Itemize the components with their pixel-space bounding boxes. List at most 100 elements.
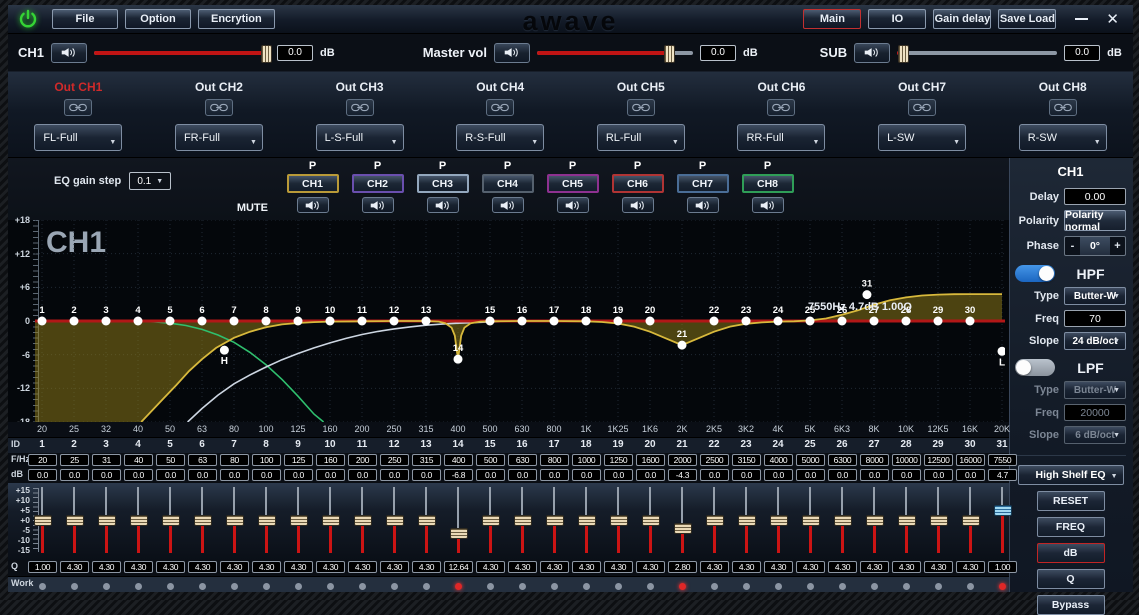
band-q-value[interactable]: 4.30	[252, 561, 281, 573]
eq-band-dot-20[interactable]	[646, 317, 655, 326]
band-gain-value[interactable]: 0.0	[604, 469, 633, 481]
band-freq-value[interactable]: 63	[188, 454, 217, 466]
band-slider-handle-18[interactable]	[578, 515, 596, 526]
band-slider-handle-20[interactable]	[642, 515, 660, 526]
band-q-value[interactable]: 4.30	[60, 561, 89, 573]
eq-band-dot-17[interactable]	[550, 317, 559, 326]
band-q-value[interactable]: 4.30	[732, 561, 761, 573]
band-slider-handle-17[interactable]	[546, 515, 564, 526]
band-q-value[interactable]: 4.30	[284, 561, 313, 573]
band-freq-value[interactable]: 10000	[892, 454, 921, 466]
band-q-value[interactable]: 4.30	[924, 561, 953, 573]
output-source-select[interactable]: FL-Full▼	[34, 124, 122, 151]
eq-band-dot-6[interactable]	[198, 317, 207, 326]
band-freq-value[interactable]: 20	[28, 454, 57, 466]
reset-button[interactable]: RESET	[1037, 491, 1105, 511]
eq-band-dot-12[interactable]	[390, 317, 399, 326]
output-source-select[interactable]: L-SW▼	[878, 124, 966, 151]
eq-band-dot-10[interactable]	[326, 317, 335, 326]
band-gain-value[interactable]: 0.0	[540, 469, 569, 481]
phase-plus-button[interactable]: +	[1110, 237, 1125, 255]
menu-button-option[interactable]: Option	[125, 9, 191, 29]
eq-band-dot-18[interactable]	[582, 317, 591, 326]
band-slider-handle-11[interactable]	[354, 515, 372, 526]
band-q-value[interactable]: 1.00	[988, 561, 1017, 573]
link-button[interactable]	[767, 99, 795, 116]
link-button[interactable]	[1049, 99, 1077, 116]
band-gain-value[interactable]: 4.7	[988, 469, 1017, 481]
eq-band-dot-25[interactable]	[806, 317, 815, 326]
band-slider-handle-8[interactable]	[258, 515, 276, 526]
band-slider-handle-12[interactable]	[386, 515, 404, 526]
band-slider-handle-29[interactable]	[930, 515, 948, 526]
band-gain-value[interactable]: 0.0	[924, 469, 953, 481]
band-slider-handle-25[interactable]	[802, 515, 820, 526]
output-source-select[interactable]: RR-Full▼	[737, 124, 825, 151]
eq-band-dot-3[interactable]	[102, 317, 111, 326]
eq-band-dot-11[interactable]	[358, 317, 367, 326]
band-q-value[interactable]: 4.30	[796, 561, 825, 573]
tab-io[interactable]: IO	[868, 9, 926, 29]
eq-channel-mute-button[interactable]	[687, 197, 719, 213]
band-gain-value[interactable]: 0.0	[892, 469, 921, 481]
band-freq-value[interactable]: 7550	[988, 454, 1017, 466]
menu-button-file[interactable]: File	[52, 9, 118, 29]
mute-button[interactable]	[51, 43, 87, 63]
band-freq-value[interactable]: 630	[508, 454, 537, 466]
eq-band-dot-30[interactable]	[966, 317, 975, 326]
band-freq-value[interactable]: 200	[348, 454, 377, 466]
eq-gain-step-select[interactable]: 0.1 ▼	[129, 172, 171, 190]
band-freq-value[interactable]: 315	[412, 454, 441, 466]
lpf-slope-select[interactable]: 6 dB/oct ▼	[1064, 426, 1126, 444]
band-slider-handle-4[interactable]	[130, 515, 148, 526]
band-freq-value[interactable]: 12500	[924, 454, 953, 466]
volume-slider-handle[interactable]	[664, 45, 675, 63]
hpf-slope-select[interactable]: 24 dB/oct ▼	[1064, 332, 1126, 350]
band-gain-value[interactable]: 0.0	[508, 469, 537, 481]
link-button[interactable]	[486, 99, 514, 116]
eq-band-dot-27[interactable]	[870, 317, 879, 326]
band-gain-value[interactable]: 0.0	[476, 469, 505, 481]
band-q-value[interactable]: 4.30	[380, 561, 409, 573]
band-slider-handle-22[interactable]	[706, 515, 724, 526]
band-gain-value[interactable]: 0.0	[124, 469, 153, 481]
band-gain-value[interactable]: 0.0	[252, 469, 281, 481]
band-freq-value[interactable]: 3150	[732, 454, 761, 466]
eq-band-dot-24[interactable]	[774, 317, 783, 326]
eq-channel-button-ch2[interactable]: CH2	[352, 174, 404, 193]
band-freq-value[interactable]: 1250	[604, 454, 633, 466]
band-gain-value[interactable]: 0.0	[316, 469, 345, 481]
band-freq-value[interactable]: 6300	[828, 454, 857, 466]
band-freq-value[interactable]: 100	[252, 454, 281, 466]
band-slider-handle-19[interactable]	[610, 515, 628, 526]
band-slider-handle-24[interactable]	[770, 515, 788, 526]
band-slider-handle-2[interactable]	[66, 515, 84, 526]
eq-band-dot-19[interactable]	[614, 317, 623, 326]
band-freq-value[interactable]: 2500	[700, 454, 729, 466]
minimize-icon[interactable]	[1075, 18, 1088, 20]
eq-channel-button-ch6[interactable]: CH6	[612, 174, 664, 193]
polarity-button[interactable]: Polarity normal	[1064, 210, 1126, 231]
eq-band-dot-7[interactable]	[230, 317, 239, 326]
band-gain-value[interactable]: 0.0	[732, 469, 761, 481]
volume-slider[interactable]	[94, 51, 270, 55]
eq-channel-button-ch1[interactable]: CH1	[287, 174, 339, 193]
hpf-freq-input[interactable]: 70	[1064, 310, 1126, 327]
band-gain-value[interactable]: -4.3	[668, 469, 697, 481]
eq-band-dot-31[interactable]	[862, 290, 871, 299]
band-slider-handle-6[interactable]	[194, 515, 212, 526]
band-slider-handle-23[interactable]	[738, 515, 756, 526]
band-q-value[interactable]: 4.30	[700, 561, 729, 573]
filter-handle-h[interactable]	[220, 346, 229, 355]
q-button[interactable]: Q	[1037, 569, 1105, 589]
eq-band-dot-21[interactable]	[678, 341, 687, 350]
mute-button[interactable]	[854, 43, 890, 63]
band-freq-value[interactable]: 50	[156, 454, 185, 466]
band-gain-value[interactable]: 0.0	[156, 469, 185, 481]
band-q-value[interactable]: 4.30	[316, 561, 345, 573]
band-slider-handle-15[interactable]	[482, 515, 500, 526]
eq-band-dot-2[interactable]	[70, 317, 79, 326]
band-freq-value[interactable]: 1000	[572, 454, 601, 466]
band-q-value[interactable]: 4.30	[892, 561, 921, 573]
eq-band-dot-4[interactable]	[134, 317, 143, 326]
